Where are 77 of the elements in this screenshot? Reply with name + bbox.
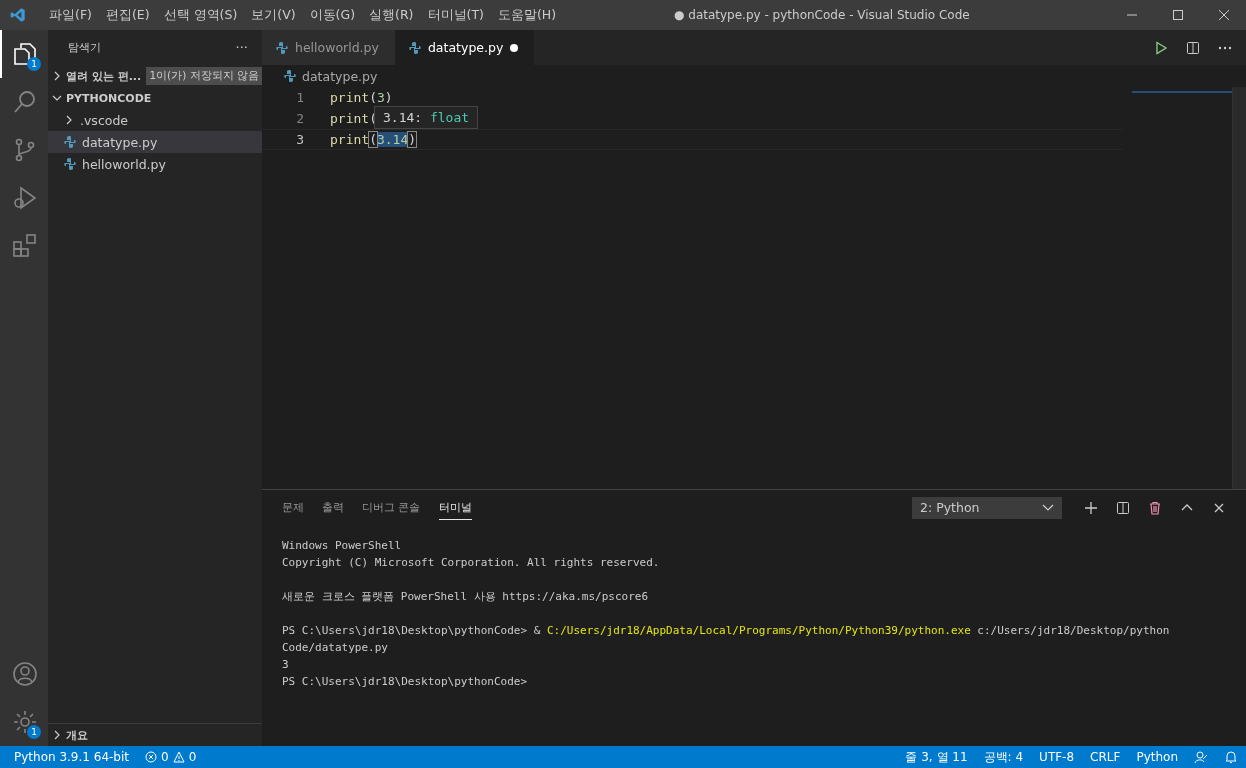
file-tree-item[interactable]: .vscode xyxy=(48,109,262,131)
status-item[interactable]: CRLF xyxy=(1090,750,1121,764)
more-actions-button[interactable]: ··· xyxy=(235,40,248,55)
run-icon[interactable] xyxy=(1154,40,1168,55)
editor-tab[interactable]: helloworld.py xyxy=(262,30,395,65)
problems-status[interactable]: 0 0 xyxy=(145,750,197,764)
warning-icon xyxy=(172,751,185,763)
section-label: PYTHONCODE xyxy=(66,91,152,105)
menu-item[interactable]: 도움말(H) xyxy=(490,6,564,24)
more-icon[interactable] xyxy=(1218,45,1232,50)
menu-item[interactable]: 이동(G) xyxy=(302,6,363,24)
terminal-line: PS C:\Users\jdr18\Desktop\pythonCode> & C:/Users/jdr18/AppData/Local/Programs/Python/Python39/python.exe c:/Users/jdr18/Desktop/python xyxy=(282,623,1171,639)
account-icon xyxy=(12,661,38,687)
menu-item[interactable]: 파일(F) xyxy=(42,6,99,24)
menu-item[interactable]: 터미널(T) xyxy=(420,6,491,24)
run-debug-icon xyxy=(12,185,38,211)
line-number: 1 xyxy=(295,90,305,105)
caret-icon xyxy=(1042,503,1054,512)
python-file-icon xyxy=(64,136,76,148)
window-title: ● datatype.py - pythonCode - Visual Studio Code xyxy=(674,8,970,22)
extensions-icon xyxy=(12,233,38,259)
feedback-icon[interactable] xyxy=(1194,750,1208,764)
section-header[interactable]: 열려 있는 편... 1이(가) 저장되지 않음 xyxy=(48,65,262,87)
status-item[interactable]: 공백: 4 xyxy=(983,748,1024,766)
error-icon xyxy=(145,751,157,763)
add-icon[interactable] xyxy=(1084,500,1098,515)
maximize-icon[interactable] xyxy=(1172,9,1184,21)
panel-tab[interactable]: 출력 xyxy=(322,496,344,519)
terminal-line: Copyright (C) Microsoft Corporation. All rights reserved. xyxy=(282,555,661,571)
menu-item[interactable]: 보기(V) xyxy=(244,6,303,24)
split-editor-icon[interactable] xyxy=(1186,40,1200,55)
file-tree-item[interactable]: helloworld.py xyxy=(48,153,262,175)
menu-item[interactable]: 실행(R) xyxy=(362,6,421,24)
settings-icon xyxy=(12,709,38,735)
python-file-icon xyxy=(276,41,288,54)
section-label: 열려 있는 편... xyxy=(66,68,142,84)
split-terminal-icon[interactable] xyxy=(1116,500,1130,515)
menu-item[interactable]: 선택 영역(S) xyxy=(156,6,245,24)
terminal-line: 3 xyxy=(282,657,290,673)
terminal-line: Code/datatype.py xyxy=(282,640,389,656)
notification-badge: 1 xyxy=(27,725,41,739)
trash-icon[interactable] xyxy=(1148,500,1162,515)
panel-tab[interactable]: 디버그 콘솔 xyxy=(362,496,421,519)
scrollbar[interactable] xyxy=(1232,87,1246,489)
section-header[interactable]: PYTHONCODE xyxy=(48,87,262,109)
interpreter-status[interactable]: Python 3.9.1 64-bit xyxy=(14,750,129,764)
hover-tooltip: 3.14: float xyxy=(374,106,479,129)
activity-button[interactable]: 1 xyxy=(0,698,48,746)
editor-tab[interactable]: datatype.py xyxy=(394,30,535,65)
breadcrumb[interactable]: datatype.py xyxy=(262,65,1246,87)
editor-logo-icon xyxy=(10,7,26,23)
search-icon xyxy=(12,89,38,115)
python-file-icon xyxy=(284,70,296,82)
code-line: print(3) xyxy=(330,90,393,105)
status-item[interactable]: Python xyxy=(1136,750,1178,764)
line-number: 3 xyxy=(295,132,305,147)
terminal-line: 새로운 크로스 플랫폼 PowerShell 사용 https://aka.ms/pscore6 xyxy=(282,589,650,605)
line-number: 2 xyxy=(295,111,305,126)
section-label: 개요 xyxy=(66,727,88,743)
python-file-icon xyxy=(408,41,421,54)
python-file-icon xyxy=(64,158,76,170)
panel-tab[interactable]: 터미널 xyxy=(438,495,472,520)
files-icon xyxy=(12,41,38,67)
terminal-dropdown[interactable]: 2: Python xyxy=(912,496,1062,519)
panel-tab[interactable]: 문제 xyxy=(282,496,304,519)
status-item[interactable]: 줄 3, 열 11 xyxy=(905,748,968,766)
close-icon[interactable] xyxy=(1218,9,1230,21)
terminal-line: Windows PowerShell xyxy=(282,538,403,554)
bell-icon[interactable] xyxy=(1224,750,1238,764)
menu-item[interactable]: 편집(E) xyxy=(98,6,157,24)
notification-badge: 1 xyxy=(27,57,41,71)
terminal-line: PS C:\Users\jdr18\Desktop\pythonCode> xyxy=(282,674,529,690)
sidebar-title: 탐색기 xyxy=(68,40,101,55)
chevron-icon xyxy=(64,115,74,125)
status-item[interactable]: UTF-8 xyxy=(1039,750,1075,764)
unsaved-count-badge: 1이(가) 저장되지 않음 xyxy=(146,67,262,85)
file-tree-item[interactable]: datatype.py xyxy=(48,131,262,153)
